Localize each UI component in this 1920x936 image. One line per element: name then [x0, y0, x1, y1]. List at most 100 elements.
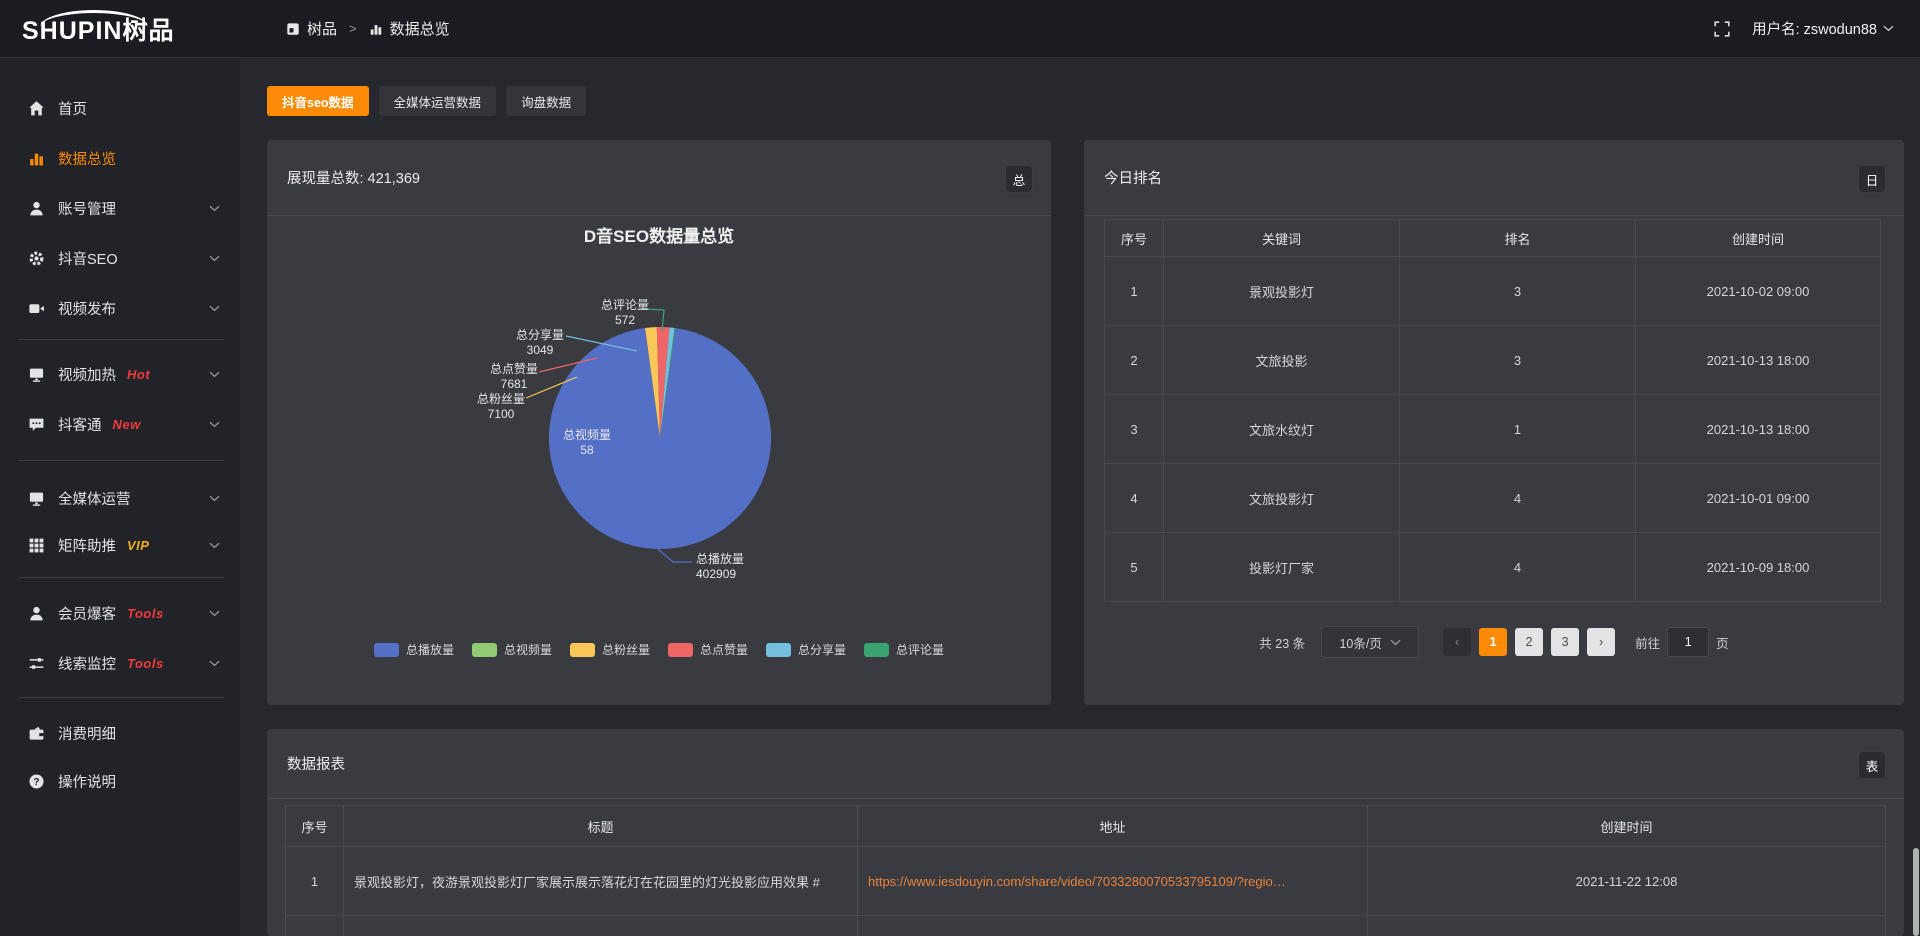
sidebar-item-clue-monitor[interactable]: 线索监控Tools [0, 646, 240, 680]
table-header-row: 序号标题地址创建时间 [286, 806, 1886, 847]
sidebar-item-video-publish[interactable]: 视频发布 [0, 291, 240, 325]
user-icon [28, 200, 45, 217]
sidebar-item-douketong[interactable]: 抖客通New [0, 407, 240, 441]
sidebar-item-video-heat[interactable]: 视频加热Hot [0, 357, 240, 391]
report-table-button[interactable]: 表 [1858, 751, 1886, 779]
tab-2[interactable]: 询盘数据 [506, 86, 586, 116]
sidebar-divider [18, 577, 224, 578]
sidebar-item-account[interactable]: 账号管理 [0, 191, 240, 225]
page-scrollbar-thumb[interactable] [1913, 848, 1919, 936]
table-row: 4文旅投影灯42021-10-01 09:00 [1105, 464, 1881, 533]
sidebar-item-data-overview[interactable]: 数据总览 [0, 141, 240, 175]
overview-total-button[interactable]: 总 [1005, 165, 1033, 193]
prev-page-button[interactable]: ‹ [1443, 628, 1471, 656]
overview-panel-header: 展现量总数: 421,369 [267, 140, 1051, 216]
video-url-link[interactable]: https://www.iesdouyin.com/share/video/70… [868, 874, 1286, 889]
breadcrumb-item-home[interactable]: 树品 [307, 18, 337, 39]
svg-text:?: ? [33, 776, 39, 787]
sidebar-item-consumption[interactable]: 消费明细 [0, 716, 240, 750]
table-cell: 1 [1400, 395, 1636, 464]
sidebar-item-douyin-seo[interactable]: 抖音SEO [0, 241, 240, 275]
sidebar-item-label: 线索监控 [58, 653, 116, 674]
column-header: 标题 [344, 806, 858, 847]
sidebar-item-label: 账号管理 [58, 198, 116, 219]
pie-label-name: 总分享量 [516, 328, 564, 342]
legend-swatch [570, 643, 595, 657]
table-cell [286, 916, 344, 936]
chevron-down-icon [209, 421, 220, 428]
sidebar-item-label: 抖音SEO [58, 248, 118, 269]
header-right: 用户名: zswodun88 [1714, 18, 1920, 39]
sidebar-item-media-ops[interactable]: 全媒体运营 [0, 481, 240, 515]
sidebar-item-label: 操作说明 [58, 771, 116, 792]
goto-page: 前往 页 [1635, 627, 1729, 657]
sliders-icon [28, 655, 45, 672]
page-button-2[interactable]: 2 [1515, 628, 1543, 656]
goto-suffix: 页 [1716, 633, 1729, 652]
tab-1[interactable]: 全媒体运营数据 [379, 86, 497, 116]
table-cell: 4 [1400, 533, 1636, 602]
legend-item-3[interactable]: 总点赞量 [668, 641, 748, 658]
legend-item-2[interactable]: 总粉丝量 [570, 641, 650, 658]
sidebar-item-label: 抖客通 [58, 414, 102, 435]
pie-chart[interactable] [267, 216, 1051, 705]
table-cell: 5 [1105, 533, 1164, 602]
legend-swatch [472, 643, 497, 657]
table-cell: 2021-10-09 18:00 [1636, 533, 1881, 602]
tab-0[interactable]: 抖音seo数据 [267, 86, 369, 116]
panel-report: 数据报表 表 序号标题地址创建时间1景观投影灯，夜游景观投影灯厂家展示展示落花灯… [267, 729, 1904, 936]
ranking-day-button[interactable]: 日 [1858, 165, 1886, 193]
sidebar-item-member-baoke[interactable]: 会员爆客Tools [0, 596, 240, 630]
column-header: 关键词 [1164, 220, 1400, 257]
column-header: 地址 [858, 806, 1368, 847]
breadcrumb-separator: > [349, 21, 357, 36]
goto-page-input[interactable] [1667, 627, 1709, 657]
pie-label-value: 7100 [488, 407, 515, 421]
table-cell [1368, 916, 1886, 936]
wallet-icon [28, 725, 45, 742]
sidebar-item-label: 会员爆客 [58, 603, 116, 624]
pie-label-name: 总视频量 [563, 428, 611, 442]
column-header: 创建时间 [1636, 220, 1881, 257]
sidebar-item-help[interactable]: ? 操作说明 [0, 764, 240, 798]
chevron-down-icon [1390, 639, 1401, 646]
gear-icon [28, 250, 45, 267]
person-icon [28, 605, 45, 622]
ranking-title: 今日排名 [1104, 167, 1162, 188]
sidebar-item-matrix-boost[interactable]: 矩阵助推VIP [0, 528, 240, 562]
fullscreen-icon[interactable] [1714, 21, 1730, 37]
sidebar-item-home[interactable]: 首页 [0, 91, 240, 125]
page-size-select[interactable]: 10条/页 [1321, 626, 1419, 658]
legend-swatch [766, 643, 791, 657]
goto-label: 前往 [1635, 633, 1660, 652]
table-cell: 2 [1105, 326, 1164, 395]
sidebar-item-label: 首页 [58, 98, 87, 119]
page-button-1[interactable]: 1 [1479, 628, 1507, 656]
legend-item-5[interactable]: 总评论量 [864, 641, 944, 658]
report-table: 序号标题地址创建时间1景观投影灯，夜游景观投影灯厂家展示展示落花灯在花园里的灯光… [285, 805, 1886, 936]
column-header: 排名 [1400, 220, 1636, 257]
panel-ranking: 今日排名 日 序号关键词排名创建时间1景观投影灯32021-10-02 09:0… [1084, 140, 1904, 705]
legend-label: 总视频量 [504, 641, 552, 658]
pie-label-3: 总点赞量7681 [464, 362, 564, 392]
legend-swatch [374, 643, 399, 657]
legend-item-1[interactable]: 总视频量 [472, 641, 552, 658]
legend-item-4[interactable]: 总分享量 [766, 641, 846, 658]
sidebar-divider [18, 460, 224, 461]
table-cell: 3 [1400, 326, 1636, 395]
user-menu[interactable]: 用户名: zswodun88 [1752, 18, 1894, 39]
chevron-down-icon [209, 305, 220, 312]
table-cell: 文旅投影 [1164, 326, 1400, 395]
legend-swatch [864, 643, 889, 657]
legend-label: 总播放量 [406, 641, 454, 658]
bar-chart-icon [369, 22, 383, 36]
chevron-down-icon [209, 205, 220, 212]
page-button-3[interactable]: 3 [1551, 628, 1579, 656]
sidebar-item-label: 视频发布 [58, 298, 116, 319]
logo[interactable]: SHUPIN树品 [0, 11, 240, 47]
next-page-button[interactable]: › [1587, 628, 1615, 656]
sidebar-item-label: 消费明细 [58, 723, 116, 744]
ranking-panel-header: 今日排名 [1084, 140, 1904, 216]
table-row: 1景观投影灯，夜游景观投影灯厂家展示展示落花灯在花园里的灯光投影应用效果 #ht… [286, 847, 1886, 916]
legend-item-0[interactable]: 总播放量 [374, 641, 454, 658]
